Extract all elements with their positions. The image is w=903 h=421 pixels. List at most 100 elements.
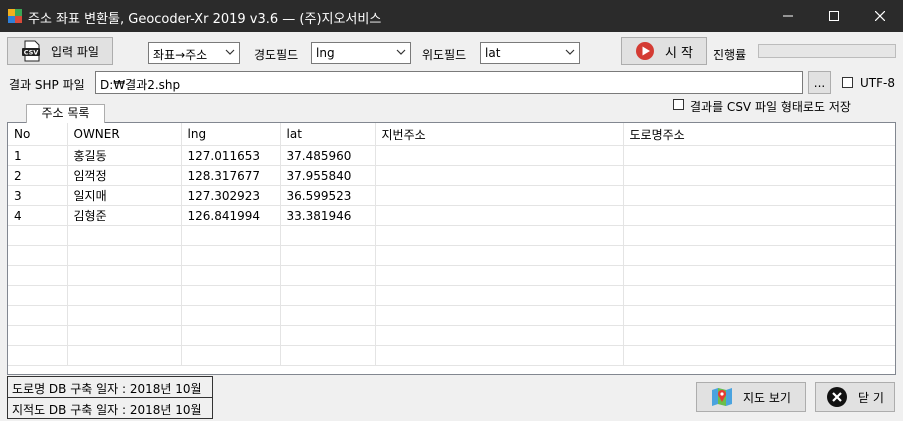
table-cell: [375, 325, 624, 346]
start-button[interactable]: 시 작: [621, 37, 707, 65]
table-cell: 2: [8, 165, 68, 186]
table-cell: [375, 245, 624, 266]
lat-field-value: lat: [485, 46, 501, 60]
table-cell: [280, 345, 376, 366]
column-header[interactable]: OWNER: [67, 123, 182, 146]
chevron-down-icon: [225, 49, 235, 55]
table-cell: [623, 225, 895, 246]
table-cell: [67, 325, 182, 346]
title-bar: 주소 좌표 변환툴, Geocoder-Xr 2019 v3.6 — (주)지오…: [0, 0, 903, 32]
close-button[interactable]: 닫 기: [815, 382, 895, 412]
table-row[interactable]: [8, 285, 895, 306]
table-cell: [623, 265, 895, 286]
svg-text:CSV: CSV: [24, 49, 39, 57]
table-cell: 김형준: [67, 205, 182, 226]
progress-bar: [758, 44, 896, 58]
table-row[interactable]: [8, 305, 895, 326]
csv-save-label: 결과를 CSV 파일 형태로도 저장: [690, 100, 851, 114]
table-row[interactable]: 1 홍길동 127.011653 37.485960: [8, 145, 895, 166]
table-cell: 128.317677: [181, 165, 281, 186]
table-cell: [8, 225, 68, 246]
table-cell: [623, 205, 895, 226]
close-window-button[interactable]: [857, 0, 903, 32]
table-row[interactable]: [8, 345, 895, 366]
table-cell: [623, 245, 895, 266]
app-icon: [8, 9, 22, 23]
table-cell: [375, 165, 624, 186]
road-db-status: 도로명 DB 구축 일자 : 2018년 10월: [7, 376, 213, 398]
table-cell: 일지매: [67, 185, 182, 206]
table-cell: [67, 225, 182, 246]
table-row[interactable]: [8, 265, 895, 286]
table-row[interactable]: 3 일지매 127.302923 36.599523: [8, 185, 895, 206]
minimize-button[interactable]: [765, 0, 811, 32]
table-cell: [8, 285, 68, 306]
address-table[interactable]: No OWNER lng lat 지번주소 도로명주소 1 홍길동 127.011653 37.…: [7, 122, 896, 375]
mode-select-value: 좌표→주소: [153, 48, 208, 62]
output-path-value: D:₩결과2.shp: [100, 78, 181, 92]
table-cell: 37.485960: [280, 145, 376, 166]
lat-field-label: 위도필드: [422, 48, 467, 62]
table-cell: [623, 185, 895, 206]
table-cell: [375, 285, 624, 306]
minimize-icon: [783, 15, 793, 17]
map-view-button[interactable]: 지도 보기: [696, 382, 806, 412]
table-cell: [8, 345, 68, 366]
table-cell: [375, 205, 624, 226]
table-row[interactable]: [8, 325, 895, 346]
table-cell: [375, 145, 624, 166]
column-header[interactable]: 도로명주소: [623, 123, 895, 146]
tab-address-list[interactable]: 주소 목록: [26, 104, 105, 123]
table-cell: [280, 325, 376, 346]
chevron-down-icon: [396, 49, 406, 55]
map-icon: [712, 388, 732, 406]
lat-field-select[interactable]: lat: [480, 42, 580, 64]
table-cell: [67, 245, 182, 266]
column-header[interactable]: 지번주소: [375, 123, 624, 146]
output-path-input[interactable]: D:₩결과2.shp: [95, 71, 803, 94]
play-icon: [635, 42, 654, 60]
table-cell: [181, 225, 281, 246]
table-cell: [623, 325, 895, 346]
table-cell: [181, 285, 281, 306]
table-cell: [375, 225, 624, 246]
csv-save-checkbox[interactable]: [673, 99, 684, 110]
utf8-label: UTF-8: [860, 76, 895, 90]
table-cell: [181, 265, 281, 286]
table-cell: [623, 345, 895, 366]
mode-select[interactable]: 좌표→주소: [148, 42, 240, 64]
table-row[interactable]: 4 김형준 126.841994 33.381946: [8, 205, 895, 226]
lng-field-select[interactable]: lng: [311, 42, 411, 64]
table-row[interactable]: 2 임꺽정 128.317677 37.955840: [8, 165, 895, 186]
input-file-button[interactable]: CSV 입력 파일: [7, 37, 113, 65]
table-cell: [8, 245, 68, 266]
tab-address-list-label: 주소 목록: [41, 106, 90, 120]
table-cell: 4: [8, 205, 68, 226]
table-cell: 3: [8, 185, 68, 206]
table-cell: [181, 325, 281, 346]
column-header[interactable]: No: [8, 123, 68, 146]
table-cell: 37.955840: [280, 165, 376, 186]
table-cell: [8, 265, 68, 286]
maximize-button[interactable]: [811, 0, 857, 32]
table-cell: [280, 245, 376, 266]
column-header[interactable]: lng: [181, 123, 281, 146]
progress-label: 진행률: [713, 48, 747, 62]
table-row[interactable]: [8, 225, 895, 246]
csv-file-icon: CSV: [22, 40, 40, 62]
column-header[interactable]: lat: [280, 123, 376, 146]
table-cell: [8, 325, 68, 346]
table-cell: 36.599523: [280, 185, 376, 206]
table-cell: [280, 305, 376, 326]
table-cell: [280, 225, 376, 246]
table-cell: [181, 305, 281, 326]
utf8-checkbox[interactable]: [842, 77, 853, 88]
table-cell: 홍길동: [67, 145, 182, 166]
browse-button[interactable]: ...: [808, 71, 831, 94]
maximize-icon: [829, 11, 839, 21]
table-cell: 33.381946: [280, 205, 376, 226]
table-cell: 127.011653: [181, 145, 281, 166]
output-shp-label: 결과 SHP 파일: [9, 78, 85, 92]
table-row[interactable]: [8, 245, 895, 266]
table-cell: [181, 345, 281, 366]
